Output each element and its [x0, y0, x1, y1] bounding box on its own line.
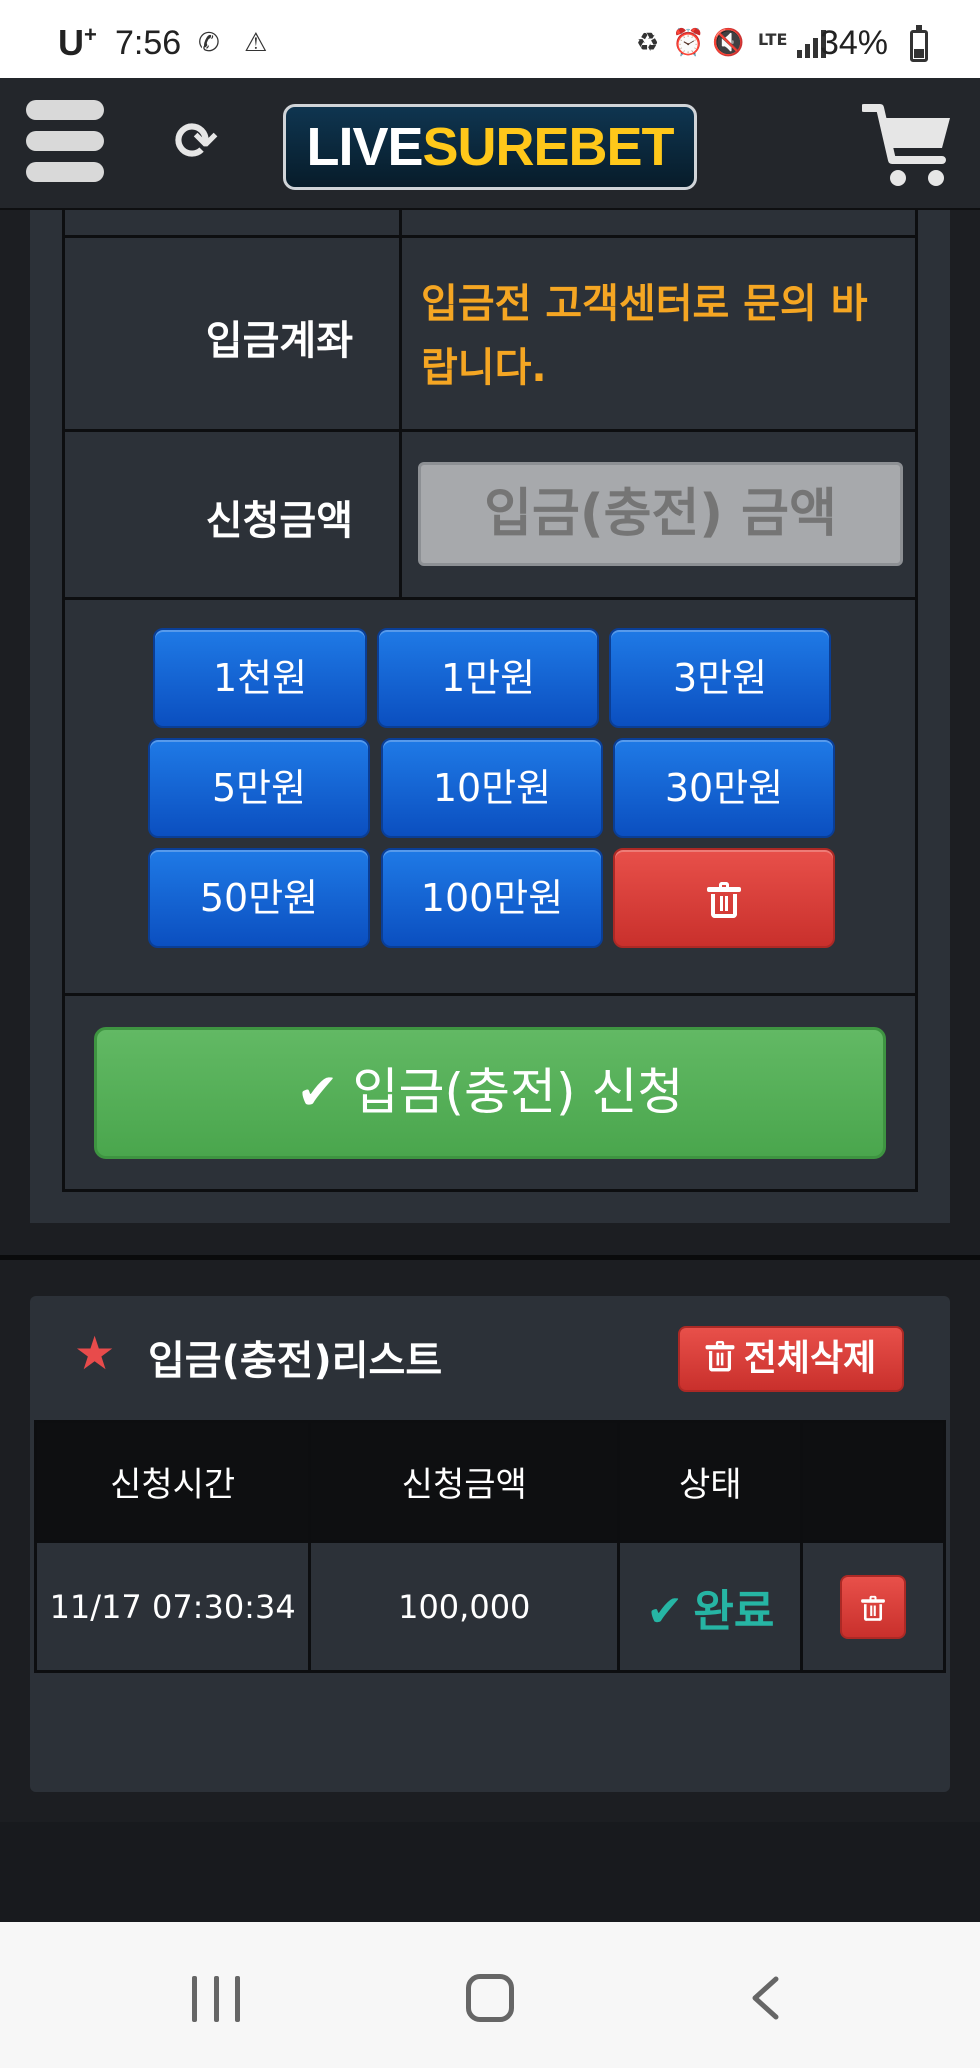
amount-label: 신청금액: [205, 498, 353, 544]
form-row-account: 입금계좌 입금전 고객센터로 문의 바랍니다.: [65, 238, 915, 432]
clock: 7:56: [115, 24, 182, 62]
col-header-time: 신청시간: [33, 1420, 312, 1543]
list-title: 입금(충전)리스트: [148, 1338, 443, 1384]
trash-icon: [861, 1595, 886, 1621]
lte-icon: LTE: [758, 30, 788, 49]
checkmark-icon: ✔: [296, 1063, 339, 1121]
site-logo[interactable]: LIVE SUREBET: [283, 104, 697, 190]
amount-button-300k[interactable]: 30만원: [613, 738, 835, 838]
amount-button-50k[interactable]: 5만원: [148, 738, 370, 838]
trash-icon: [705, 1340, 735, 1372]
row-time: 11/17 07:30:34: [33, 1540, 312, 1673]
menu-icon[interactable]: [26, 100, 104, 182]
amount-button-30k[interactable]: 3만원: [609, 628, 831, 728]
account-label: 입금계좌: [205, 318, 353, 364]
col-header-action: [800, 1420, 946, 1543]
amount-input[interactable]: [418, 462, 903, 566]
cart-icon[interactable]: [862, 102, 954, 190]
refresh-icon[interactable]: ⟳: [168, 114, 224, 170]
app-header: ⟳ LIVE SUREBET: [0, 78, 980, 210]
amount-button-500k[interactable]: 50만원: [148, 848, 370, 948]
row-action: [800, 1540, 946, 1673]
check-icon: ✔: [646, 1585, 684, 1637]
system-nav-bar: [0, 1922, 980, 2068]
amount-button-100k[interactable]: 10만원: [381, 738, 603, 838]
missed-call-icon: ✆: [198, 28, 220, 58]
form-row-top: [65, 210, 915, 238]
col-header-status: 상태: [617, 1420, 804, 1543]
status-bar: U+ 7:56 ✆ ⚠ ♻ ⏰ 🔇 LTE 34%: [0, 0, 980, 78]
col-header-amount: 신청금액: [308, 1420, 621, 1543]
deposit-list-table: 신청시간 신청금액 상태 11/17 07:30:34 100,000 ✔ 완료: [33, 1420, 946, 1673]
status-text: 완료: [693, 1585, 775, 1637]
amount-button-10k[interactable]: 1만원: [377, 628, 599, 728]
account-notice: 입금전 고객센터로 문의 바랍니다.: [421, 281, 868, 391]
battery-percent: 34%: [819, 24, 888, 62]
alarm-icon: ⏰: [672, 28, 705, 58]
amount-button-1k[interactable]: 1천원: [153, 628, 367, 728]
battery-saver-icon: ♻: [636, 28, 660, 58]
back-icon[interactable]: [750, 1976, 780, 2020]
star-icon: ★: [74, 1326, 116, 1380]
clear-amount-button[interactable]: [613, 848, 835, 948]
page-bottom: [0, 1822, 980, 1922]
row-amount: 100,000: [308, 1540, 621, 1673]
warning-icon: ⚠: [244, 28, 268, 58]
carrier-label: U+: [58, 22, 97, 63]
table-row: 11/17 07:30:34 100,000 ✔ 완료: [33, 1540, 946, 1673]
recent-apps-icon[interactable]: [192, 1976, 240, 2022]
trash-icon: [707, 881, 741, 918]
form-row-quick-amounts: 1천원 1만원 3만원 5만원 10만원 30만원 50만원 100만원: [65, 600, 915, 996]
amount-button-1m[interactable]: 100만원: [381, 848, 603, 948]
row-status: ✔ 완료: [617, 1540, 804, 1673]
table-header-row: 신청시간 신청금액 상태: [33, 1420, 946, 1543]
home-icon[interactable]: [466, 1974, 514, 2022]
battery-icon: [910, 25, 928, 62]
deposit-submit-button[interactable]: ✔ 입금(충전) 신청: [94, 1027, 886, 1159]
mute-icon: 🔇: [712, 28, 745, 58]
form-row-amount: 신청금액: [65, 432, 915, 600]
row-delete-button[interactable]: [840, 1574, 907, 1639]
delete-all-button[interactable]: 전체삭제: [678, 1326, 904, 1392]
